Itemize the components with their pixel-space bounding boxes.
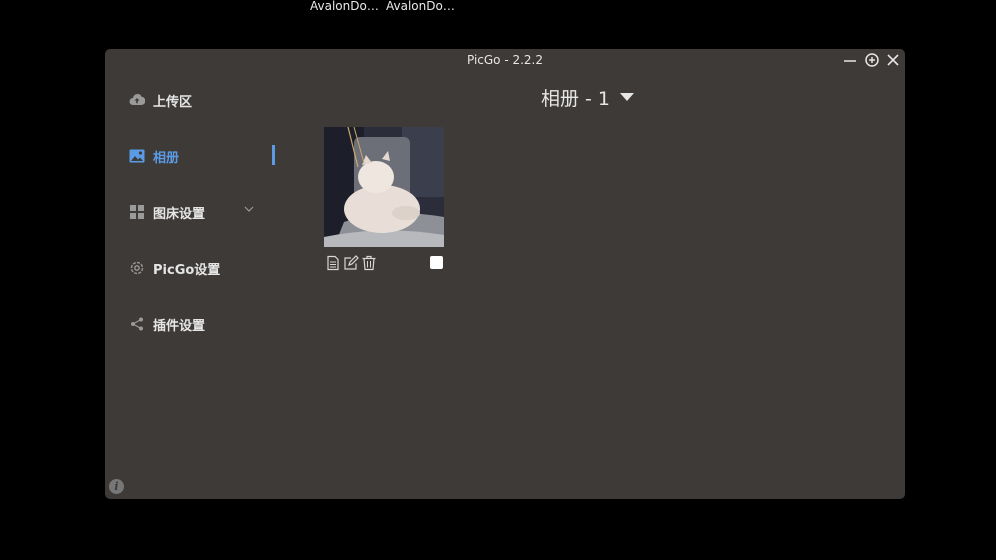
window-title: PicGo - 2.2.2 (466, 53, 544, 67)
edit-icon[interactable] (343, 255, 359, 271)
sidebar-item-upload[interactable]: 上传区 (129, 90, 279, 110)
maximize-button[interactable] (864, 52, 880, 68)
copy-link-icon[interactable] (325, 255, 341, 271)
active-indicator (272, 145, 275, 165)
gear-icon (129, 260, 145, 276)
sidebar-item-label: 上传区 (153, 94, 193, 110)
sidebar-item-gallery[interactable]: 相册 (129, 146, 279, 166)
image-select-checkbox[interactable] (430, 256, 443, 269)
share-icon (129, 316, 145, 332)
info-icon[interactable]: i (109, 479, 124, 494)
image-actions (325, 255, 377, 271)
close-button[interactable] (885, 52, 901, 68)
caret-down-icon (620, 93, 635, 101)
sidebar-item-label: 图床设置 (153, 206, 206, 222)
minimize-button[interactable] (842, 52, 858, 68)
sidebar-item-label: 相册 (153, 150, 180, 166)
delete-icon[interactable] (361, 255, 377, 271)
sidebar-item-picgo-settings[interactable]: PicGo设置 (129, 258, 279, 278)
gallery-image[interactable] (324, 127, 444, 247)
gallery-title: 相册 - 1 (541, 88, 611, 110)
sidebar-item-plugin-settings[interactable]: 插件设置 (129, 314, 279, 334)
chevron-down-icon[interactable] (242, 202, 256, 216)
cloud-upload-icon (129, 92, 145, 108)
taskbar-label[interactable]: AvalonDo… (310, 0, 379, 13)
gallery-title-dropdown[interactable]: 相册 - 1 (541, 84, 635, 111)
sidebar-item-picbed-settings[interactable]: 图床设置 (129, 202, 279, 222)
sidebar-item-label: PicGo设置 (153, 262, 221, 278)
title-bar[interactable]: PicGo - 2.2.2 (105, 49, 905, 71)
picgo-window: PicGo - 2.2.2 上传区 相册 图床设置 PicGo设置 插件设置 相… (105, 49, 905, 499)
grid-icon (129, 204, 145, 220)
image-icon (129, 148, 145, 164)
sidebar-item-label: 插件设置 (153, 318, 206, 334)
taskbar-label[interactable]: AvalonDo… (386, 0, 455, 13)
